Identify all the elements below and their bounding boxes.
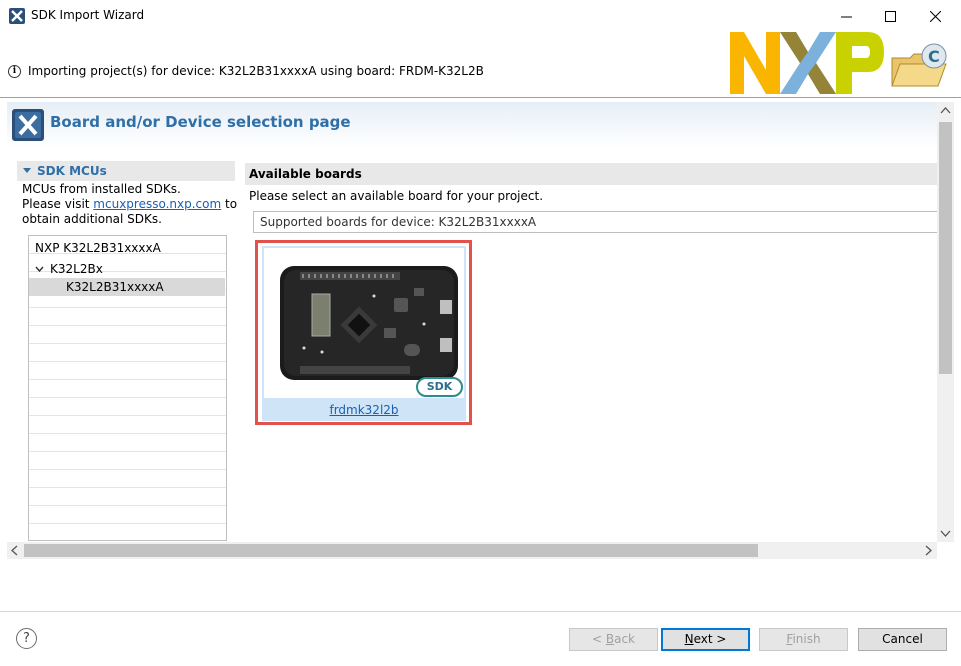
mcuxpresso-icon [12, 109, 44, 141]
cancel-button[interactable]: Cancel [858, 628, 947, 651]
frdm-board-icon [280, 266, 458, 380]
vertical-scroll-thumb[interactable] [939, 122, 952, 374]
next-button-mnemonic: N [684, 632, 694, 646]
sdk-description-line: MCUs from installed SDKs. [22, 182, 181, 196]
maximize-icon [884, 10, 896, 22]
next-button-suffix: > [712, 632, 727, 646]
close-button[interactable] [912, 0, 958, 32]
tree-item-device[interactable]: K32L2B31xxxxA [29, 278, 225, 296]
horizontal-scroll-thumb[interactable] [24, 544, 758, 557]
sdk-wizard-icon [9, 8, 25, 24]
footer-separator [0, 611, 961, 612]
sdk-visit-line: Please visit mcuxpresso.nxp.com to [22, 197, 237, 211]
collapse-arrow-icon[interactable] [23, 168, 31, 173]
finish-button-label: inish [792, 632, 821, 646]
tree-item-vendor[interactable]: NXP K32L2B31xxxxA [29, 239, 225, 257]
back-button-label: ack [614, 632, 635, 646]
available-boards-subtitle: Please select an available board for you… [249, 189, 544, 203]
nxp-logo-icon [730, 32, 884, 94]
scroll-right-icon[interactable] [925, 545, 933, 556]
folder-project-icon: C [891, 43, 947, 87]
minimize-icon [840, 16, 852, 17]
maximize-button[interactable] [867, 0, 913, 32]
window-title: SDK Import Wizard [31, 8, 145, 22]
sdk-badge: SDK [416, 377, 463, 397]
title-bar [0, 0, 961, 32]
import-info-text: Importing project(s) for device: K32L2B3… [28, 64, 484, 78]
banner-separator [0, 97, 961, 98]
tree-item-label: K32L2Bx [50, 262, 103, 276]
sdk-visit-suffix: to [221, 197, 238, 211]
board-filter-field[interactable]: Supported boards for device: K32L2B31xxx… [253, 211, 938, 233]
scroll-down-icon[interactable] [940, 530, 951, 538]
board-image[interactable] [264, 248, 464, 398]
sdk-obtain-line: obtain additional SDKs. [22, 212, 162, 226]
minimize-button[interactable] [823, 0, 869, 32]
back-button-mnemonic: B [605, 632, 615, 646]
mcuxpresso-link[interactable]: mcuxpresso.nxp.com [93, 197, 221, 211]
page-title: Board and/or Device selection page [50, 113, 351, 131]
next-button[interactable]: Next > [661, 628, 750, 651]
sdk-visit-prefix: Please visit [22, 197, 94, 211]
board-name-link[interactable]: frdmk32l2b [262, 403, 466, 417]
tree-item-family[interactable]: K32L2Bx [29, 260, 225, 278]
scroll-up-icon[interactable] [940, 106, 951, 114]
chevron-down-icon[interactable] [35, 265, 44, 274]
next-button-label: ext [693, 632, 713, 646]
svg-text:C: C [928, 47, 940, 66]
sdk-mcus-title: SDK MCUs [37, 164, 107, 178]
tree-item-label: K32L2B31xxxxA [66, 280, 164, 294]
info-icon: i [8, 65, 21, 78]
back-button-prefix: < [591, 632, 606, 646]
close-icon [929, 10, 941, 22]
scroll-left-icon[interactable] [10, 545, 18, 556]
help-icon[interactable]: ? [16, 628, 37, 649]
finish-button[interactable]: Finish [759, 628, 848, 651]
tree-item-label: NXP K32L2B31xxxxA [35, 241, 161, 255]
available-boards-title: Available boards [249, 167, 362, 181]
back-button[interactable]: < Back [569, 628, 658, 651]
